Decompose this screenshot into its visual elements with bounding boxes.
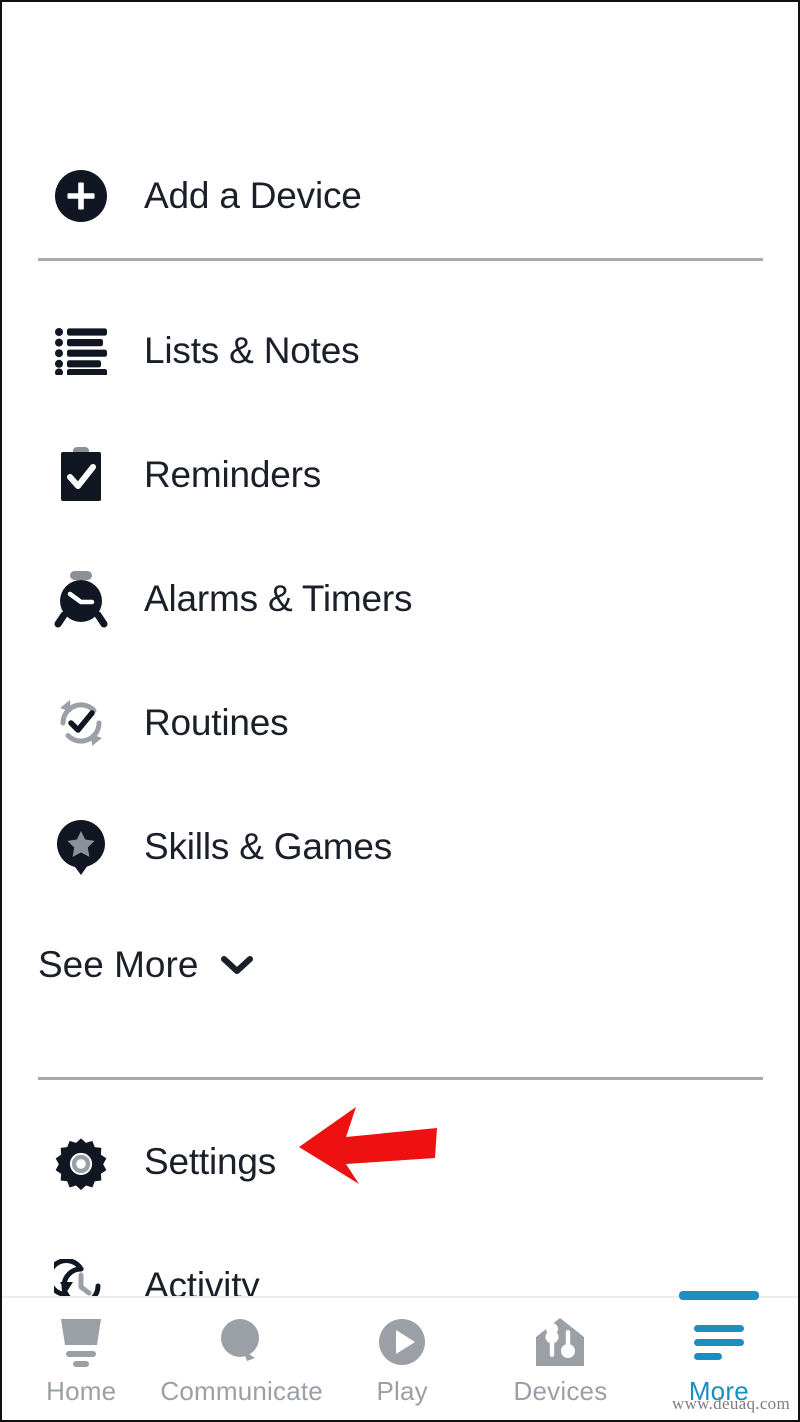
nav-tab-home[interactable]: Home: [2, 1298, 160, 1420]
menu-item-label: Skills & Games: [144, 826, 393, 867]
menu-item-label: Lists & Notes: [144, 330, 360, 371]
alarm-clock-icon: [54, 571, 108, 628]
house-devices-icon: [534, 1314, 586, 1370]
menu-item-routines[interactable]: Routines: [2, 661, 798, 785]
chevron-down-icon: [220, 954, 254, 976]
alexa-more-screen: Add a Device Lists & Notes Reminders Ala…: [0, 0, 800, 1422]
divider-bottom: [38, 1077, 763, 1080]
nav-tab-label: Devices: [513, 1376, 608, 1406]
refresh-check-icon: [54, 696, 108, 750]
menu-list: Add a Device Lists & Notes Reminders Ala…: [2, 2, 798, 1348]
play-circle-icon: [377, 1314, 427, 1370]
nav-tab-communicate[interactable]: Communicate: [160, 1298, 323, 1420]
divider-top: [38, 258, 763, 261]
nav-tab-play[interactable]: Play: [323, 1298, 481, 1420]
top-spacer: [2, 2, 798, 134]
menu-item-reminders[interactable]: Reminders: [2, 413, 798, 537]
speech-bubble-icon: [217, 1314, 267, 1370]
menu-item-settings[interactable]: Settings: [2, 1100, 798, 1224]
see-more-label: See More: [38, 944, 199, 985]
star-pin-icon: [54, 820, 108, 875]
menu-item-label: Routines: [144, 702, 289, 743]
menu-item-alarms-and-timers[interactable]: Alarms & Timers: [2, 537, 798, 661]
nav-tab-label: Communicate: [160, 1376, 323, 1406]
menu-item-skills-and-games[interactable]: Skills & Games: [2, 785, 798, 909]
nav-tab-devices[interactable]: Devices: [481, 1298, 639, 1420]
menu-item-label: Reminders: [144, 454, 322, 495]
menu-item-lists-and-notes[interactable]: Lists & Notes: [2, 289, 798, 413]
site-watermark: www.deuaq.com: [672, 1394, 790, 1413]
plus-circle-icon: [54, 169, 108, 223]
active-tab-indicator: [678, 1291, 759, 1300]
nav-tab-label: Play: [376, 1376, 428, 1406]
hamburger-menu-icon: [692, 1314, 746, 1370]
gear-icon: [54, 1135, 108, 1190]
menu-item-add-a-device[interactable]: Add a Device: [2, 134, 798, 258]
echo-speaker-icon: [55, 1314, 107, 1370]
see-more-button[interactable]: See More: [2, 909, 798, 1021]
menu-item-label: Alarms & Timers: [144, 578, 413, 619]
menu-item-label: Add a Device: [144, 175, 362, 216]
clipboard-check-icon: [54, 447, 108, 502]
bulleted-list-icon: [54, 324, 108, 378]
menu-item-label: Settings: [144, 1141, 277, 1182]
nav-tab-label: Home: [46, 1376, 117, 1406]
